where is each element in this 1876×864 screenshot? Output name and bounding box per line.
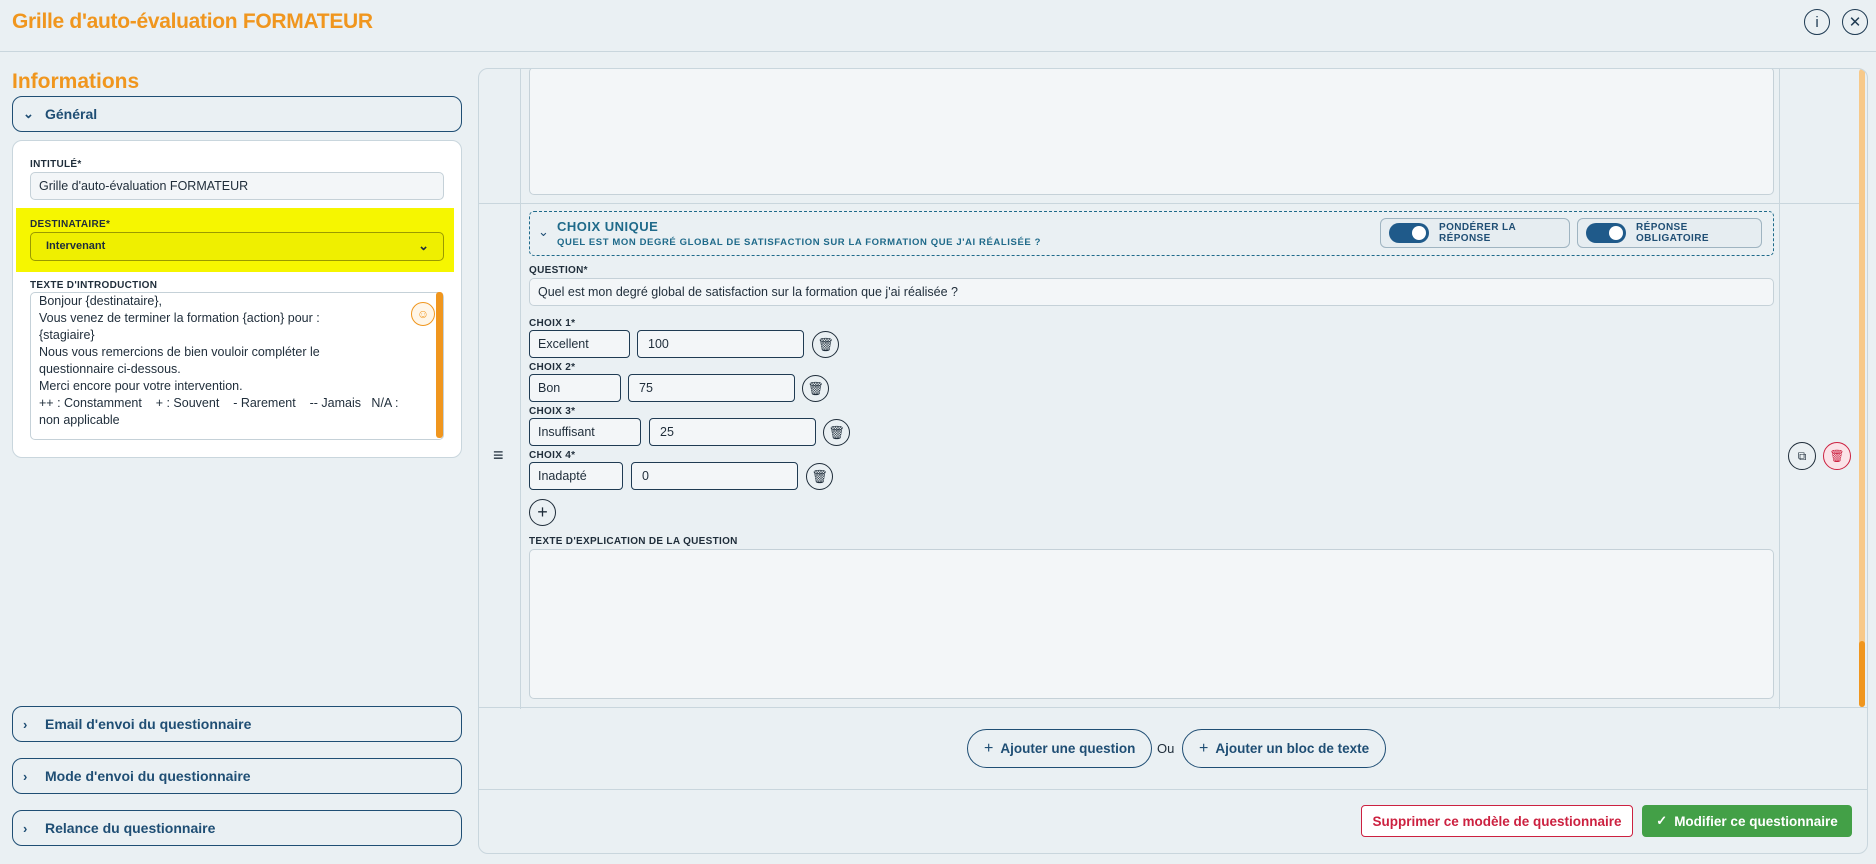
accordion-general[interactable]: ⌄ Général [12,96,462,132]
intro-line: questionnaire ci-dessous. [39,362,181,376]
accordion-email-label: Email d'envoi du questionnaire [45,716,252,732]
choice-2-value[interactable]: 75 [628,374,795,402]
trash-icon[interactable]: 🗑 [806,463,833,490]
add-choice-button[interactable]: + [529,499,556,526]
check-icon: ✓ [1656,813,1668,828]
chevron-down-icon: ⌄ [23,106,34,121]
divider [520,69,521,709]
intro-line: non applicable [39,413,120,427]
close-icon[interactable]: ✕ [1842,9,1868,35]
accordion-relance-label: Relance du questionnaire [45,820,216,836]
add-question-button[interactable]: + Ajouter une question [967,729,1153,768]
emoji-icon[interactable]: ☺ [411,302,435,326]
intro-line: ++ : Constamment + : Souvent - Rarement … [39,396,399,410]
choice-4-name[interactable]: Inadapté [529,462,623,490]
intro-line: Bonjour {destinataire}, [39,294,163,308]
trash-icon[interactable]: 🗑 [823,419,850,446]
chevron-right-icon: › [23,716,28,732]
chevron-down-icon[interactable]: ⌄ [538,224,549,240]
question-subtitle: QUEL EST MON DEGRÉ GLOBAL DE SATISFACTIO… [557,237,1041,248]
choice-2-label: CHOIX 2* [529,362,576,373]
toggle-obligatoire[interactable]: RÉPONSE OBLIGATOIRE [1577,218,1762,248]
textarea-scrollbar[interactable] [436,292,443,438]
add-question-label: Ajouter une question [1000,741,1136,756]
divider [479,789,1867,790]
intitule-input[interactable]: Grille d'auto-évaluation FORMATEUR [30,172,444,200]
accordion-mode-label: Mode d'envoi du questionnaire [45,768,251,784]
chevron-right-icon: › [23,820,28,836]
divider [479,707,1867,708]
chevron-down-icon: ⌄ [418,238,429,253]
question-input[interactable]: Quel est mon degré global de satisfactio… [529,278,1774,306]
choice-4-value[interactable]: 0 [631,462,798,490]
intro-label: TEXTE D'INTRODUCTION [30,280,158,291]
explanation-textarea[interactable] [529,549,1774,699]
save-label: Modifier ce questionnaire [1674,813,1838,829]
accordion-general-label: Général [45,106,98,122]
delete-model-button[interactable]: Supprimer ce modèle de questionnaire [1361,805,1633,837]
plus-icon: + [984,739,994,757]
destinataire-select[interactable]: Intervenant ⌄ [30,232,444,261]
drag-handle-icon[interactable]: ≡ [493,445,504,466]
app-header: Grille d'auto-évaluation FORMATEUR i ✕ [0,0,1876,52]
info-icon[interactable]: i [1804,9,1830,35]
add-text-block-label: Ajouter un bloc de texte [1215,741,1370,756]
or-separator: Ou [1157,741,1175,756]
save-questionnaire-button[interactable]: ✓ Modifier ce questionnaire [1642,805,1852,837]
accordion-relance[interactable]: › Relance du questionnaire [12,810,462,846]
question-header[interactable]: ⌄ CHOIX UNIQUE QUEL EST MON DEGRÉ GLOBAL… [529,211,1774,256]
divider [1779,69,1780,709]
intro-textarea[interactable]: Bonjour {destinataire}, Vous venez de te… [30,292,444,440]
trash-icon[interactable]: 🗑 [802,375,829,402]
previous-question-textarea[interactable] [529,69,1774,195]
toggle-switch[interactable] [1389,223,1429,243]
intro-line: {stagiaire} [39,328,95,342]
destinataire-label: DESTINATAIRE* [30,219,111,230]
accordion-mode[interactable]: › Mode d'envoi du questionnaire [12,758,462,794]
choice-3-value[interactable]: 25 [649,418,816,446]
intitule-label: INTITULÉ* [30,159,82,170]
toggle-ponderer-label: PONDÉRER LA RÉPONSE [1439,222,1516,244]
plus-icon: + [1199,739,1209,757]
toggle-ponderer[interactable]: PONDÉRER LA RÉPONSE [1380,218,1570,248]
trash-icon[interactable]: 🗑 [812,331,839,358]
question-type-label: CHOIX UNIQUE [557,219,659,234]
intro-line: Vous venez de terminer la formation {act… [39,311,320,325]
page-title: Grille d'auto-évaluation FORMATEUR [12,10,373,33]
add-text-block-button[interactable]: + Ajouter un bloc de texte [1182,729,1387,768]
main-scrollbar-thumb[interactable] [1859,641,1865,707]
toggle-obligatoire-label: RÉPONSE OBLIGATOIRE [1636,222,1709,244]
destinataire-value: Intervenant [46,240,106,252]
choice-2-name[interactable]: Bon [529,374,621,402]
toggle-switch[interactable] [1586,223,1626,243]
chevron-right-icon: › [23,768,28,784]
intro-line: Nous vous remercions de bien vouloir com… [39,345,320,359]
question-label: QUESTION* [529,265,588,276]
divider [479,203,1859,204]
delete-question-icon[interactable]: 🗑 [1823,442,1851,470]
accordion-email[interactable]: › Email d'envoi du questionnaire [12,706,462,742]
main-scrollbar-track [1859,69,1865,707]
questions-panel: ⌄ CHOIX UNIQUE QUEL EST MON DEGRÉ GLOBAL… [478,68,1868,854]
informations-title: Informations [12,70,140,93]
choice-4-label: CHOIX 4* [529,450,576,461]
intro-line: Merci encore pour votre intervention. [39,379,243,393]
choice-3-name[interactable]: Insuffisant [529,418,641,446]
choice-3-label: CHOIX 3* [529,406,576,417]
choice-1-label: CHOIX 1* [529,318,576,329]
explanation-label: TEXTE D'EXPLICATION DE LA QUESTION [529,536,738,547]
duplicate-icon[interactable]: ⧉ [1788,442,1816,470]
choice-1-name[interactable]: Excellent [529,330,630,358]
choice-1-value[interactable]: 100 [637,330,804,358]
